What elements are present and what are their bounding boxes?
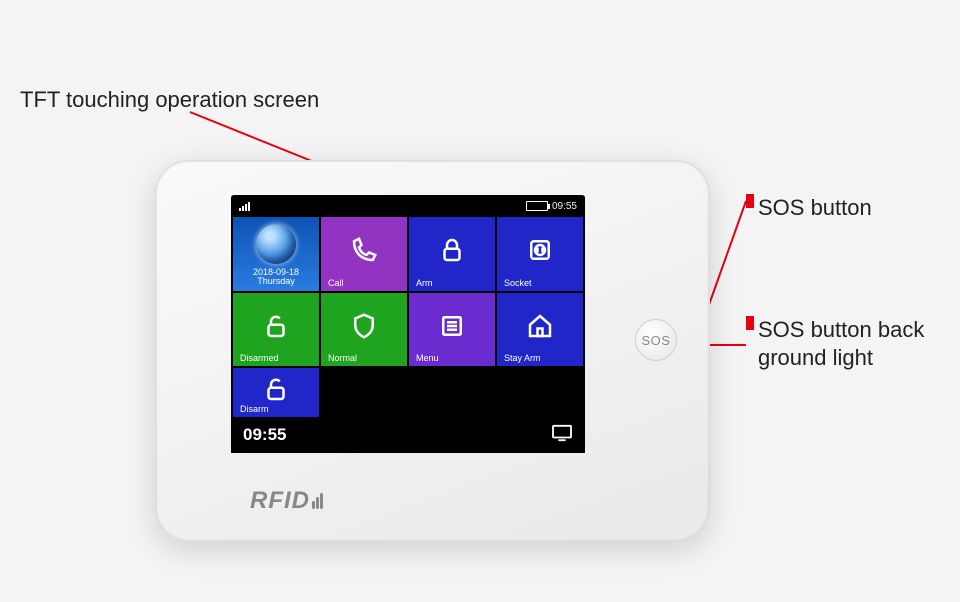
signal-icon bbox=[239, 201, 250, 211]
tile-label: Menu bbox=[416, 353, 488, 363]
annotation-sos-light: SOS button back ground light bbox=[758, 316, 948, 371]
tile-disarmed[interactable]: Disarmed bbox=[233, 293, 319, 367]
annotation-sos-button: SOS button bbox=[758, 194, 872, 222]
annotation-tft-screen: TFT touching operation screen bbox=[20, 86, 319, 114]
touchscreen[interactable]: 09:55 2018-09-18 Thursday Call bbox=[231, 195, 585, 453]
bottom-bar: 09:55 bbox=[231, 417, 585, 453]
sos-button-text: SOS bbox=[642, 333, 671, 348]
lock-open-icon bbox=[240, 374, 312, 404]
hero-weekday: Thursday bbox=[253, 277, 299, 286]
bullet-1 bbox=[746, 194, 754, 208]
tile-socket[interactable]: Socket bbox=[497, 217, 583, 291]
tile-grid: 2018-09-18 Thursday Call Arm bbox=[231, 217, 585, 417]
rfid-waves-icon bbox=[312, 493, 323, 509]
phone-icon bbox=[328, 223, 400, 278]
tile-label: Socket bbox=[504, 278, 576, 288]
alarm-panel-device: 09:55 2018-09-18 Thursday Call bbox=[155, 160, 710, 542]
monitor-icon[interactable] bbox=[551, 424, 573, 447]
lock-closed-icon bbox=[416, 223, 488, 278]
brand-text: RFID bbox=[250, 487, 310, 515]
tile-label: Disarmed bbox=[240, 353, 312, 363]
tile-label: Call bbox=[328, 278, 400, 288]
home-icon bbox=[504, 299, 576, 354]
tile-normal[interactable]: Normal bbox=[321, 293, 407, 367]
tile-disarm[interactable]: Disarm bbox=[233, 368, 319, 417]
lock-open-icon bbox=[240, 299, 312, 354]
tile-label: Normal bbox=[328, 353, 400, 363]
tile-label: Stay Arm bbox=[504, 353, 576, 363]
tile-label: Disarm bbox=[240, 404, 312, 414]
globe-icon bbox=[256, 224, 296, 264]
bottom-time: 09:55 bbox=[243, 425, 286, 445]
status-bar: 09:55 bbox=[231, 195, 585, 217]
rfid-brand: RFID bbox=[250, 487, 323, 515]
tile-label: Arm bbox=[416, 278, 488, 288]
menu-list-icon bbox=[416, 299, 488, 354]
tile-hero-datetime[interactable]: 2018-09-18 Thursday bbox=[233, 217, 319, 291]
tile-arm[interactable]: Arm bbox=[409, 217, 495, 291]
tile-call[interactable]: Call bbox=[321, 217, 407, 291]
status-time: 09:55 bbox=[552, 201, 577, 212]
tile-menu[interactable]: Menu bbox=[409, 293, 495, 367]
bullet-2 bbox=[746, 316, 754, 330]
battery-icon bbox=[526, 201, 548, 211]
shield-icon bbox=[328, 299, 400, 354]
sos-button[interactable]: SOS bbox=[635, 319, 677, 361]
socket-icon bbox=[504, 223, 576, 278]
tile-stay-arm[interactable]: Stay Arm bbox=[497, 293, 583, 367]
